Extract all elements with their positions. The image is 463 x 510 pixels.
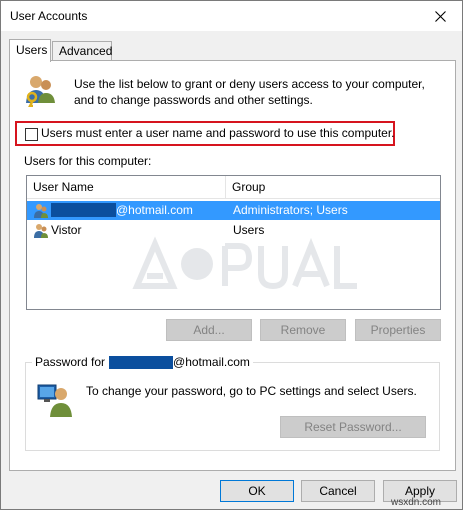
- tab-advanced[interactable]: Advanced: [52, 41, 112, 61]
- require-password-label[interactable]: Users must enter a user name and passwor…: [41, 126, 395, 140]
- add-button[interactable]: Add...: [166, 319, 252, 341]
- remove-button[interactable]: Remove: [260, 319, 346, 341]
- table-row[interactable]: @hotmail.com Administrators; Users: [27, 201, 440, 220]
- redacted-username: [51, 203, 116, 217]
- user-icon: [34, 204, 48, 218]
- user-icon: [34, 224, 48, 238]
- users-for-computer-label: Users for this computer:: [24, 154, 152, 168]
- appuals-logo-watermark: [132, 236, 357, 290]
- user-accounts-window: User Accounts Advanced Users Use the lis…: [0, 0, 463, 510]
- user-monitor-icon: [37, 384, 72, 417]
- password-group-legend: Password for @hotmail.com: [32, 355, 253, 369]
- list-header: User Name Group: [27, 176, 440, 199]
- users-keys-icon: [26, 76, 55, 107]
- ok-button[interactable]: OK: [220, 480, 294, 502]
- users-list[interactable]: User Name Group @hotmail.com Administrat…: [26, 175, 441, 310]
- redacted-email: [109, 355, 174, 369]
- intro-text: Use the list below to grant or deny user…: [74, 77, 425, 107]
- close-button[interactable]: [418, 1, 462, 31]
- column-header-user-name[interactable]: User Name: [27, 176, 226, 198]
- group-cell: Administrators; Users: [233, 203, 348, 217]
- cancel-button[interactable]: Cancel: [301, 480, 375, 502]
- user-name-cell: @hotmail.com: [116, 203, 193, 217]
- password-for-label: Password for: [35, 355, 106, 369]
- tab-users[interactable]: Users: [9, 39, 51, 62]
- properties-button[interactable]: Properties: [355, 319, 441, 341]
- group-cell: Users: [233, 223, 265, 237]
- window-title: User Accounts: [10, 9, 88, 23]
- title-bar: User Accounts: [1, 1, 462, 31]
- password-email-suffix: @hotmail.com: [173, 355, 250, 369]
- column-header-group[interactable]: Group: [226, 176, 440, 198]
- reset-password-button[interactable]: Reset Password...: [280, 416, 426, 438]
- change-password-text: To change your password, go to PC settin…: [86, 384, 417, 398]
- require-password-checkbox[interactable]: [25, 128, 38, 141]
- user-name-cell: Vistor: [51, 223, 82, 237]
- site-watermark: wsxdn.com: [391, 497, 442, 508]
- close-icon: [434, 10, 446, 22]
- users-tab-panel: Use the list below to grant or deny user…: [9, 60, 456, 471]
